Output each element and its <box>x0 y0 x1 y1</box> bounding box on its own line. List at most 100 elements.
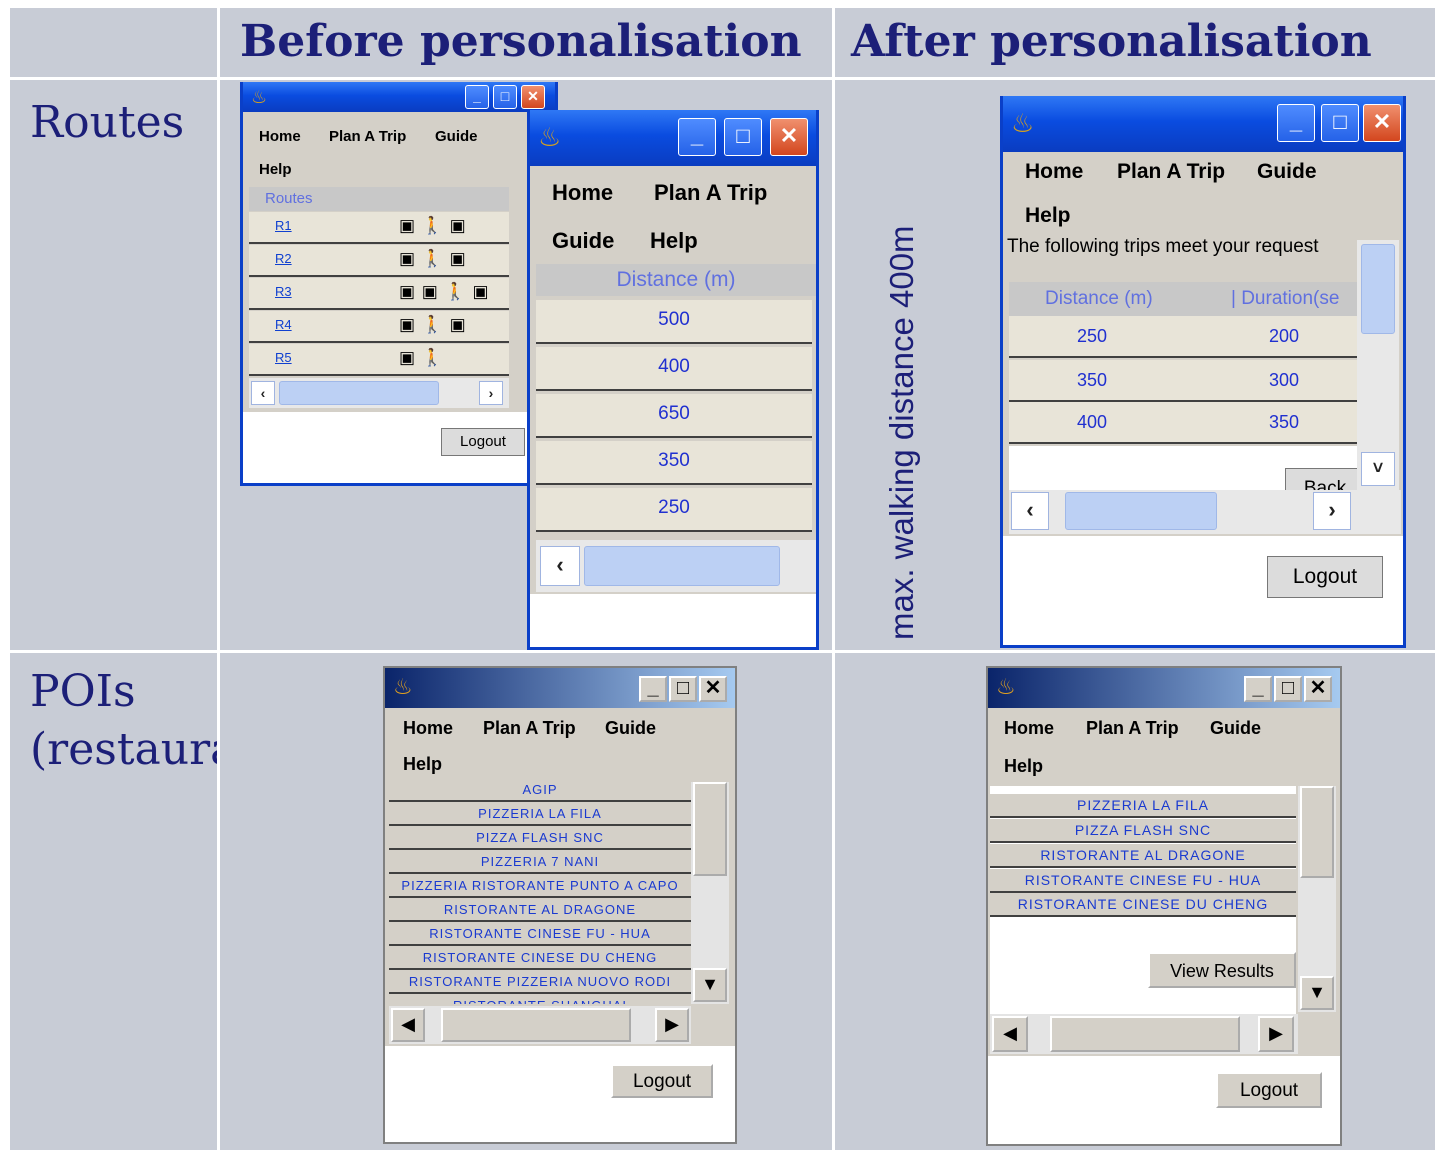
poi-item[interactable]: RISTORANTE CINESE DU CHENG <box>990 893 1296 917</box>
poi-item[interactable]: RISTORANTE CINESE FU - HUA <box>990 869 1296 893</box>
minimize-button[interactable]: _ <box>1277 104 1315 142</box>
horizontal-scrollbar[interactable]: ‹ › <box>249 378 509 408</box>
route-row[interactable]: R2 ▣ 🚶 ▣ <box>249 245 509 277</box>
maximize-button[interactable]: □ <box>493 85 517 109</box>
minimize-button[interactable]: _ <box>639 676 667 702</box>
menu-guide[interactable]: Guide <box>552 228 614 254</box>
scroll-thumb[interactable] <box>1050 1016 1240 1052</box>
menu-plan-a-trip[interactable]: Plan A Trip <box>654 180 767 206</box>
menu-home[interactable]: Home <box>552 180 613 206</box>
scroll-thumb[interactable] <box>279 381 439 405</box>
route-link[interactable]: R4 <box>275 317 292 332</box>
scroll-left-arrow[interactable]: ‹ <box>251 381 275 405</box>
route-link[interactable]: R5 <box>275 350 292 365</box>
route-link[interactable]: R1 <box>275 218 292 233</box>
poi-item[interactable]: RISTORANTE PIZZERIA NUOVO RODI <box>389 972 691 994</box>
trip-row[interactable]: 400 350 <box>1009 402 1357 444</box>
horizontal-scrollbar[interactable]: ‹ <box>536 540 816 592</box>
distance-cell[interactable]: 400 <box>536 347 812 391</box>
horizontal-scrollbar[interactable]: ◀ ▶ <box>990 1014 1298 1054</box>
poi-item[interactable]: RISTORANTE SHANGHAI <box>389 996 691 1004</box>
logout-button[interactable]: Logout <box>1267 556 1383 598</box>
distance-cell[interactable]: 500 <box>536 300 812 344</box>
minimize-button[interactable]: _ <box>1244 676 1272 702</box>
menu-home[interactable]: Home <box>1004 718 1054 739</box>
distance-cell[interactable]: 250 <box>536 488 812 532</box>
poi-item[interactable]: AGIP <box>389 780 691 802</box>
trip-row[interactable]: 250 200 <box>1009 316 1357 358</box>
menu-plan-a-trip[interactable]: Plan A Trip <box>1086 718 1179 739</box>
close-button[interactable]: ✕ <box>1363 104 1401 142</box>
scroll-thumb[interactable] <box>584 546 780 586</box>
menu-help[interactable]: Help <box>403 754 442 775</box>
poi-item[interactable]: RISTORANTE CINESE DU CHENG <box>389 948 691 970</box>
scroll-left-arrow[interactable]: ◀ <box>391 1008 425 1042</box>
route-row[interactable]: R5 ▣ 🚶 <box>249 344 509 376</box>
horizontal-scrollbar[interactable]: ‹ › <box>1009 490 1401 534</box>
menu-home[interactable]: Home <box>1025 160 1083 184</box>
vertical-scrollbar[interactable]: ▼ <box>1298 786 1336 1012</box>
menu-home[interactable]: Home <box>259 128 301 145</box>
scroll-thumb[interactable] <box>693 782 727 876</box>
menu-help[interactable]: Help <box>1025 204 1071 228</box>
poi-item[interactable]: PIZZERIA LA FILA <box>990 794 1296 818</box>
maximize-button[interactable]: □ <box>724 118 762 156</box>
scroll-left-arrow[interactable]: ‹ <box>540 546 580 586</box>
trip-row[interactable]: 350 300 <box>1009 360 1357 402</box>
scroll-left-arrow[interactable]: ‹ <box>1011 492 1049 530</box>
poi-item[interactable]: PIZZA FLASH SNC <box>389 828 691 850</box>
horizontal-scrollbar[interactable]: ◀ ▶ <box>389 1006 691 1044</box>
minimize-button[interactable]: _ <box>465 85 489 109</box>
logout-button[interactable]: Logout <box>1216 1072 1322 1108</box>
menu-guide[interactable]: Guide <box>435 128 478 145</box>
menu-plan-a-trip[interactable]: Plan A Trip <box>329 128 406 145</box>
scroll-thumb[interactable] <box>441 1008 631 1042</box>
maximize-button[interactable]: □ <box>1321 104 1359 142</box>
poi-item[interactable]: PIZZERIA LA FILA <box>389 804 691 826</box>
vertical-scrollbar[interactable]: ˅ <box>1357 240 1399 490</box>
route-row[interactable]: R1 ▣ 🚶 ▣ <box>249 212 509 244</box>
scroll-left-arrow[interactable]: ◀ <box>992 1016 1028 1052</box>
scroll-right-arrow[interactable]: › <box>1313 492 1351 530</box>
menu-help[interactable]: Help <box>650 228 698 254</box>
scroll-down-arrow[interactable]: ▼ <box>1300 976 1334 1010</box>
close-button[interactable]: ✕ <box>521 85 545 109</box>
poi-item[interactable]: RISTORANTE AL DRAGONE <box>389 900 691 922</box>
menu-help[interactable]: Help <box>1004 756 1043 777</box>
logout-button[interactable]: Logout <box>441 428 525 456</box>
menu-help[interactable]: Help <box>259 161 292 178</box>
scroll-right-arrow[interactable]: ▶ <box>1258 1016 1294 1052</box>
scroll-thumb[interactable] <box>1361 244 1395 334</box>
scroll-down-arrow[interactable]: ▼ <box>693 968 727 1002</box>
menu-guide[interactable]: Guide <box>1257 160 1317 184</box>
route-link[interactable]: R3 <box>275 284 292 299</box>
scroll-thumb[interactable] <box>1300 786 1334 878</box>
poi-item[interactable]: RISTORANTE CINESE FU - HUA <box>389 924 691 946</box>
menu-plan-a-trip[interactable]: Plan A Trip <box>1117 160 1225 184</box>
close-button[interactable]: ✕ <box>699 676 727 702</box>
maximize-button[interactable]: □ <box>1274 676 1302 702</box>
poi-item[interactable]: PIZZERIA RISTORANTE PUNTO A CAPO <box>389 876 691 898</box>
menu-home[interactable]: Home <box>403 718 453 739</box>
menu-plan-a-trip[interactable]: Plan A Trip <box>483 718 576 739</box>
menu-guide[interactable]: Guide <box>605 718 656 739</box>
route-link[interactable]: R2 <box>275 251 292 266</box>
menu-guide[interactable]: Guide <box>1210 718 1261 739</box>
poi-item[interactable]: RISTORANTE AL DRAGONE <box>990 844 1296 868</box>
scroll-down-arrow[interactable]: ˅ <box>1361 452 1395 486</box>
vertical-scrollbar[interactable]: ▼ <box>691 782 729 1004</box>
close-button[interactable]: ✕ <box>770 118 808 156</box>
close-button[interactable]: ✕ <box>1304 676 1332 702</box>
scroll-right-arrow[interactable]: › <box>479 381 503 405</box>
poi-item[interactable]: PIZZA FLASH SNC <box>990 819 1296 843</box>
distance-cell[interactable]: 650 <box>536 394 812 438</box>
scroll-thumb[interactable] <box>1065 492 1217 530</box>
scroll-right-arrow[interactable]: ▶ <box>655 1008 689 1042</box>
route-row[interactable]: R3 ▣ ▣ 🚶 ▣ <box>249 278 509 310</box>
poi-item[interactable]: PIZZERIA 7 NANI <box>389 852 691 874</box>
maximize-button[interactable]: □ <box>669 676 697 702</box>
minimize-button[interactable]: _ <box>678 118 716 156</box>
view-results-button[interactable]: View Results <box>1148 952 1296 988</box>
logout-button[interactable]: Logout <box>611 1064 713 1098</box>
route-row[interactable]: R4 ▣ 🚶 ▣ <box>249 311 509 343</box>
